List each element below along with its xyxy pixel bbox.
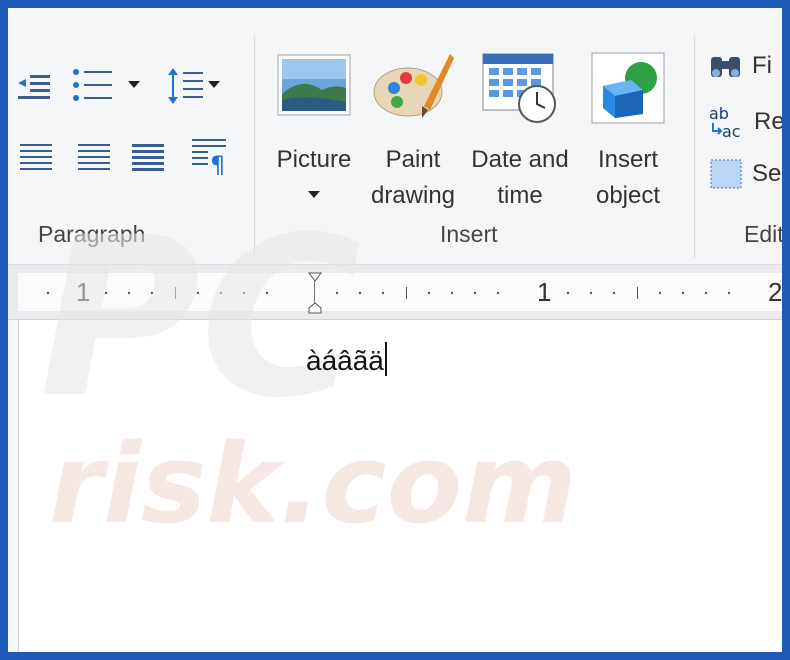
picture-label: Picture xyxy=(276,146,352,173)
document-text[interactable]: àáâãä xyxy=(306,342,387,377)
align-left-icon[interactable] xyxy=(16,136,56,176)
select-all-button[interactable]: Se xyxy=(708,154,782,194)
watermark-logo: PC xyxy=(39,190,362,446)
paint-label-line1: Paint xyxy=(385,146,441,173)
find-label: Fi xyxy=(752,52,772,79)
select-all-label: Se xyxy=(752,160,782,187)
select-all-icon xyxy=(710,159,742,189)
justify-icon[interactable] xyxy=(128,136,168,176)
editing-group-label: Edit xyxy=(744,221,782,247)
ruler-label: 2 xyxy=(768,277,782,307)
insert-object-button[interactable]: Insert object xyxy=(573,46,683,216)
document-text-content: àáâãä xyxy=(306,345,384,376)
insert-object-icon xyxy=(591,52,665,124)
replace-label: Re xyxy=(754,108,782,135)
svg-text:ab: ab xyxy=(709,104,729,123)
decrease-indent-icon[interactable] xyxy=(14,66,54,106)
insert-object-label-line1: Insert xyxy=(597,146,659,173)
paragraph-icon[interactable]: ¶ xyxy=(188,132,232,178)
group-separator xyxy=(694,36,695,258)
window-frame: ¶ Paragraph Picture Paint drawing Date a… xyxy=(0,0,790,660)
svg-text:ac: ac xyxy=(722,122,741,141)
insert-object-label-line2: object xyxy=(595,182,661,209)
find-button[interactable]: Fi xyxy=(708,46,782,86)
align-center-icon[interactable] xyxy=(74,136,114,176)
svg-text:¶: ¶ xyxy=(210,151,225,175)
date-time-label-line1: Date and xyxy=(471,146,569,173)
replace-button[interactable]: ab ac Re xyxy=(708,102,782,142)
date-time-button[interactable]: Date and time xyxy=(465,46,575,216)
bullet-list-icon[interactable] xyxy=(70,64,116,108)
insert-group-label: Insert xyxy=(440,221,498,247)
chevron-down-icon[interactable] xyxy=(124,74,144,94)
binoculars-icon xyxy=(711,57,740,77)
chevron-down-icon[interactable] xyxy=(204,74,224,94)
replace-icon: ab ac xyxy=(709,104,741,141)
text-caret xyxy=(384,342,387,376)
calendar-clock-icon xyxy=(481,52,561,124)
paint-drawing-button[interactable]: Paint drawing xyxy=(358,46,468,216)
ruler-label: 1 xyxy=(537,277,552,307)
document-area[interactable]: PC risk.com àáâãä xyxy=(18,190,782,652)
wordpad-window: ¶ Paragraph Picture Paint drawing Date a… xyxy=(8,8,782,652)
line-spacing-icon[interactable] xyxy=(164,64,206,108)
paint-palette-icon xyxy=(372,48,456,124)
watermark-text: risk.com xyxy=(49,420,577,548)
date-time-label-line2: time xyxy=(497,182,543,209)
picture-icon xyxy=(277,54,351,116)
paint-label-line2: drawing xyxy=(370,182,456,209)
